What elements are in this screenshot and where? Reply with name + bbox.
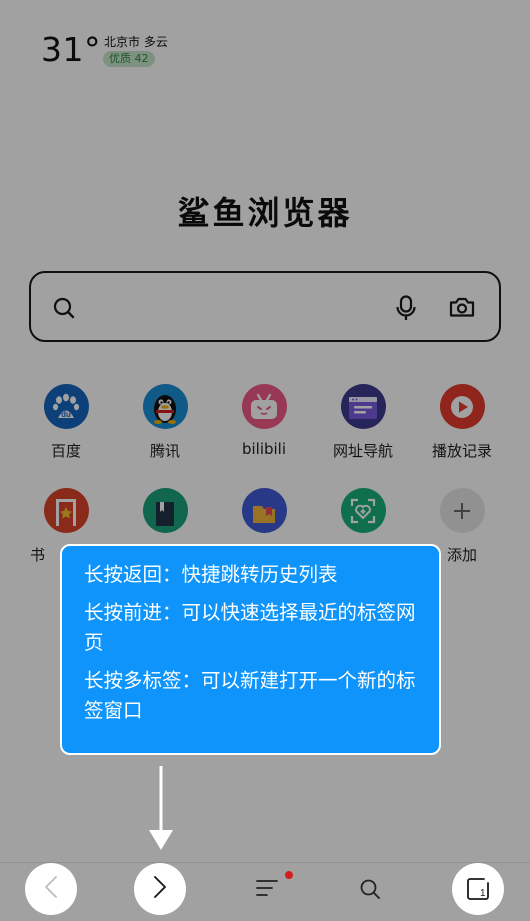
forward-chevron-icon [153, 875, 167, 903]
forward-button[interactable] [134, 863, 186, 915]
menu-button[interactable] [252, 875, 282, 905]
tabs-button[interactable]: 1 [452, 863, 504, 915]
tabs-count: 1 [480, 888, 486, 899]
menu-icon [255, 878, 279, 902]
tabs-icon: 1 [466, 877, 490, 901]
search-button[interactable] [357, 878, 383, 904]
tutorial-overlay[interactable] [0, 0, 530, 921]
notification-dot [285, 871, 293, 879]
tooltip-line-forward: 长按前进：可以快速选择最近的标签网页 [84, 601, 416, 654]
pointer-arrow-icon [148, 766, 174, 856]
back-button[interactable] [25, 863, 77, 915]
back-chevron-icon [44, 875, 58, 903]
tooltip-line-tabs: 长按多标签：可以新建打开一个新的标签窗口 [84, 669, 416, 722]
tooltip-line-back: 长按返回：快捷跳转历史列表 [84, 563, 338, 586]
search-icon [359, 878, 381, 904]
tutorial-tooltip: 长按返回：快捷跳转历史列表 长按前进：可以快速选择最近的标签网页 长按多标签：可… [60, 544, 441, 755]
